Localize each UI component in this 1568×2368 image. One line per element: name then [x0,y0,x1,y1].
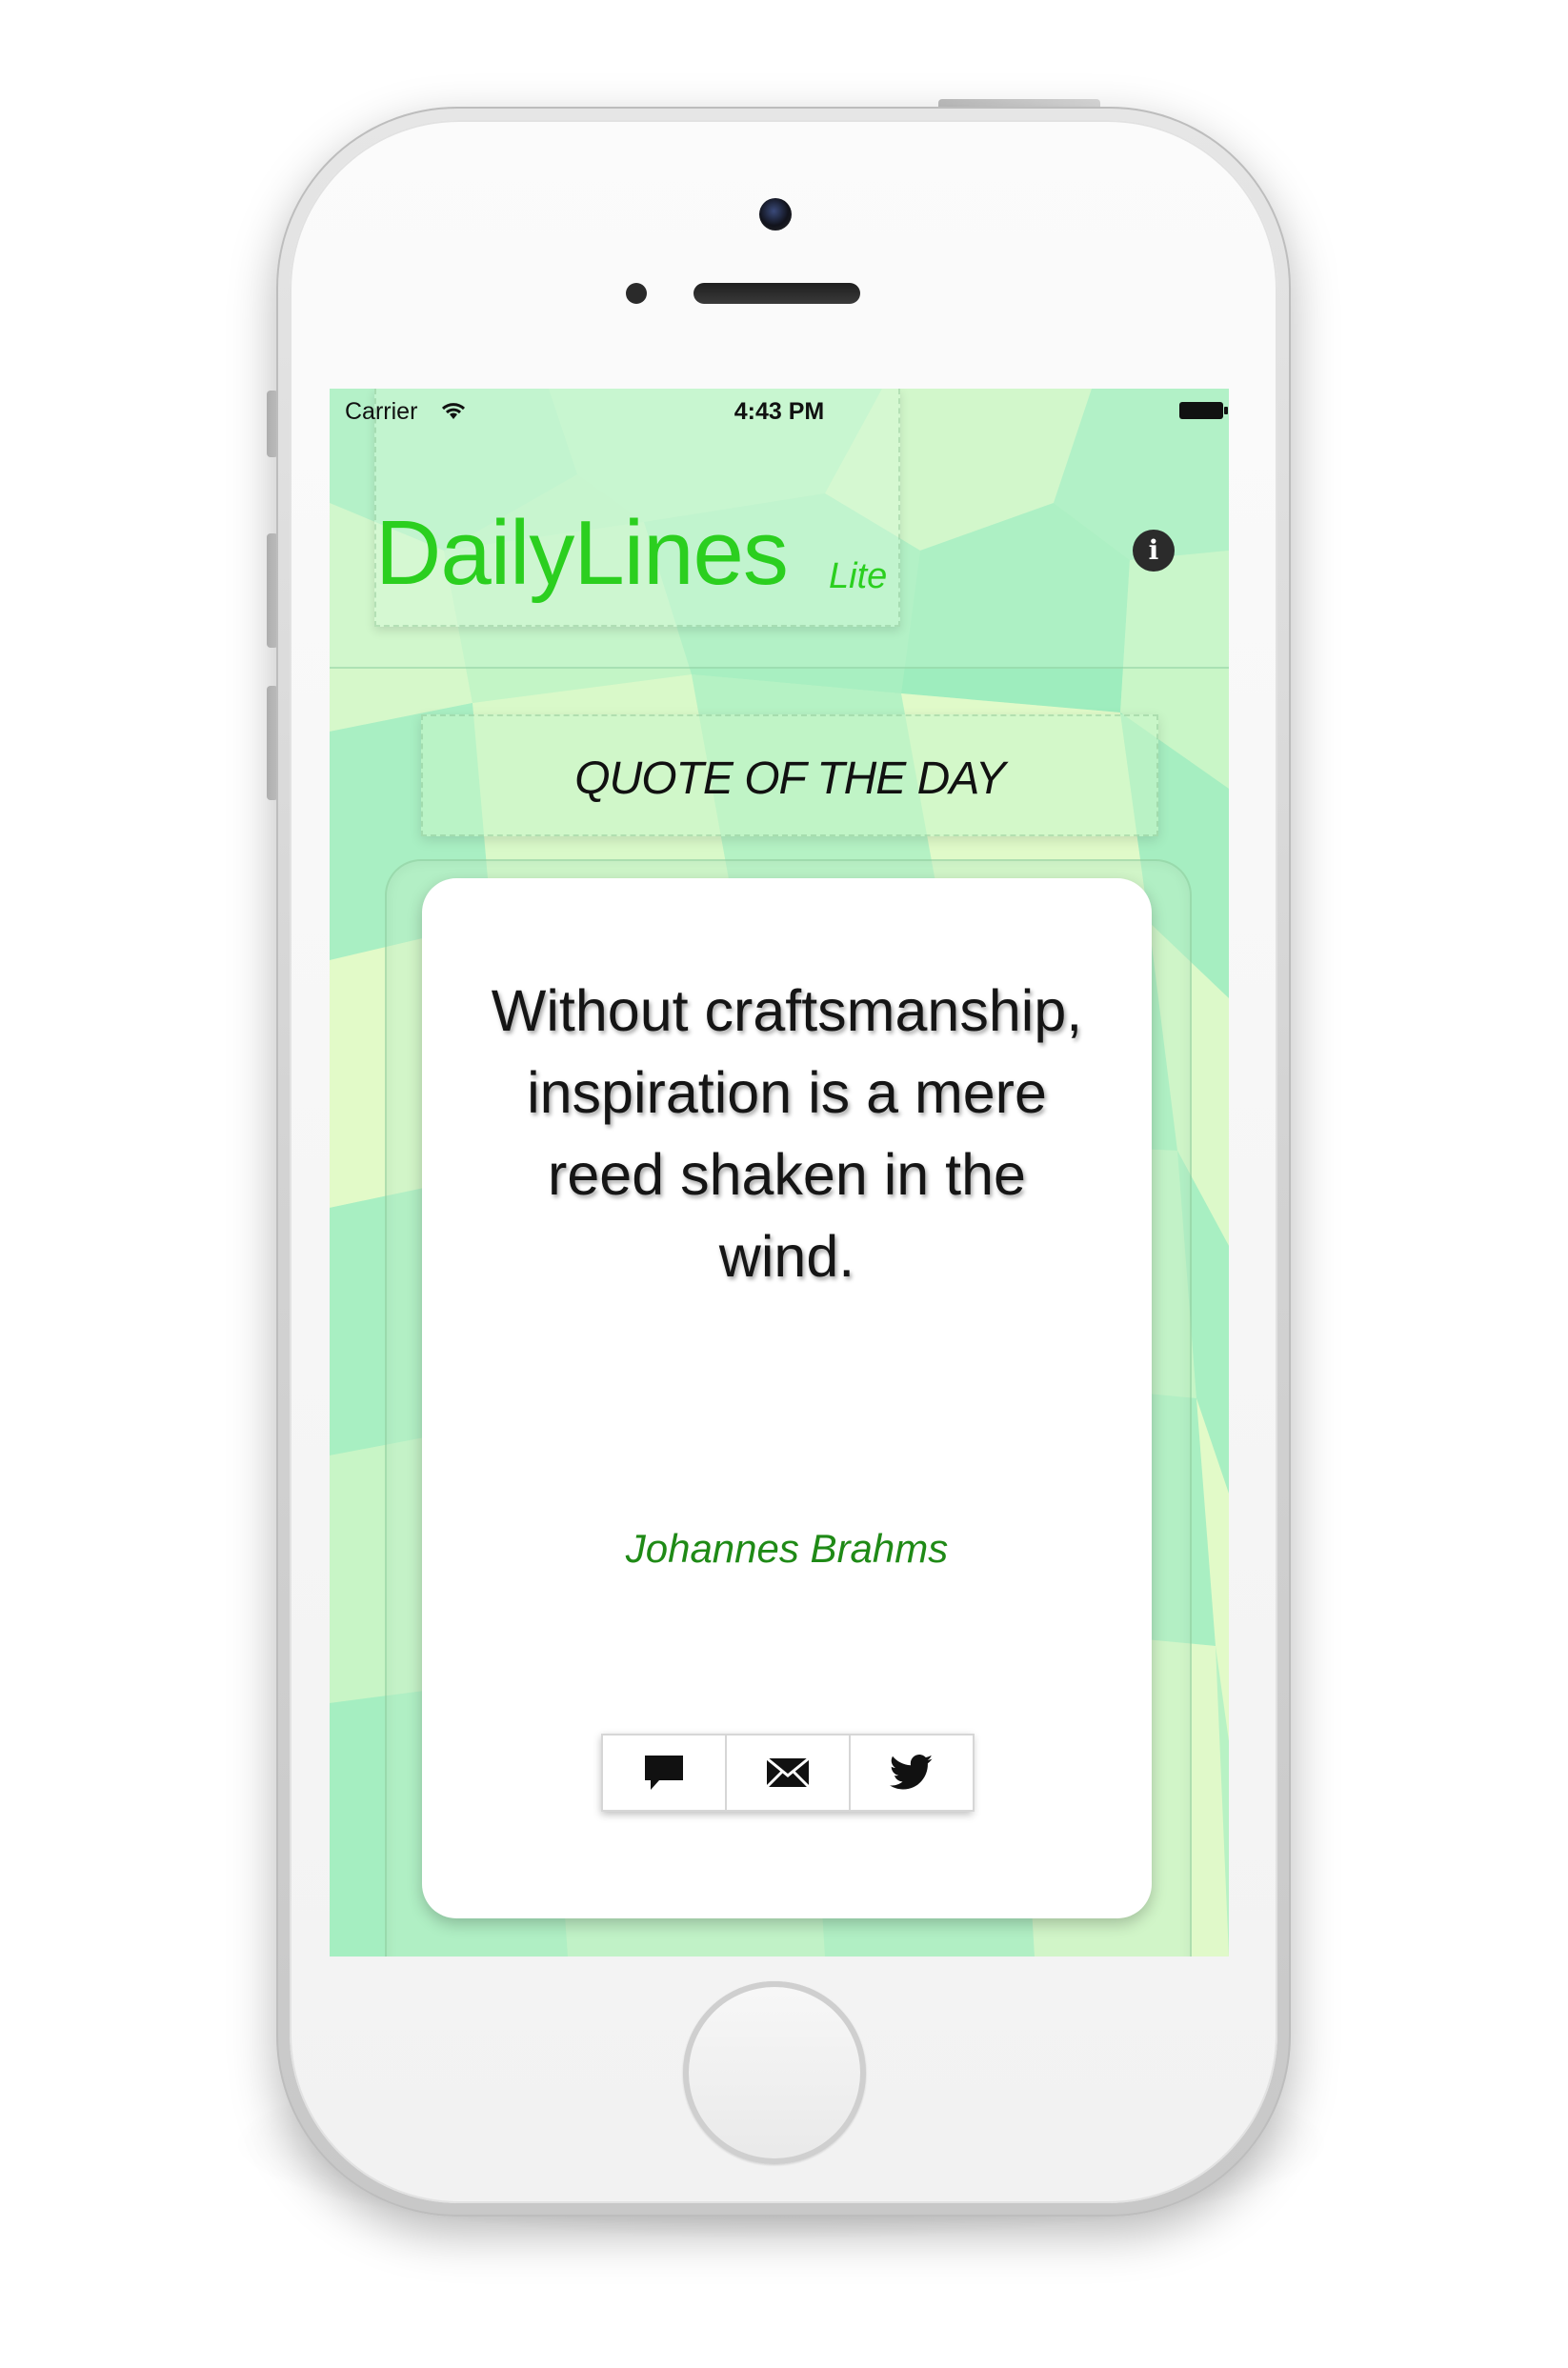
share-message-button[interactable] [601,1734,727,1812]
status-time: 4:43 PM [734,398,825,425]
proximity-sensor [626,283,647,304]
share-buttons [601,1734,975,1812]
message-icon [645,1756,683,1790]
section-heading: QUOTE OF THE DAY [574,753,1006,804]
quote-card: Without craftsmanship, inspiration is a … [422,878,1152,1918]
info-icon[interactable]: i [1133,530,1175,572]
share-mail-button[interactable] [725,1734,851,1812]
status-bar: Carrier 4:43 PM [330,389,1229,434]
app-title: DailyLines [375,502,789,604]
quote-of-the-day-banner: QUOTE OF THE DAY [421,714,1158,836]
earpiece-speaker [694,283,860,304]
mail-icon [765,1756,811,1789]
battery-icon [1179,402,1228,419]
quote-author: Johannes Brahms [625,1526,949,1571]
home-button[interactable] [683,1981,866,2164]
twitter-icon [890,1755,934,1790]
front-camera [759,198,792,231]
app-edition-label: Lite [829,556,888,596]
quote-text: Without craftsmanship, inspiration is a … [491,978,1083,1289]
share-twitter-button[interactable] [849,1734,975,1812]
app-screen: Carrier 4:43 PM DailyLines Lite i QUOTE … [330,389,1229,1957]
